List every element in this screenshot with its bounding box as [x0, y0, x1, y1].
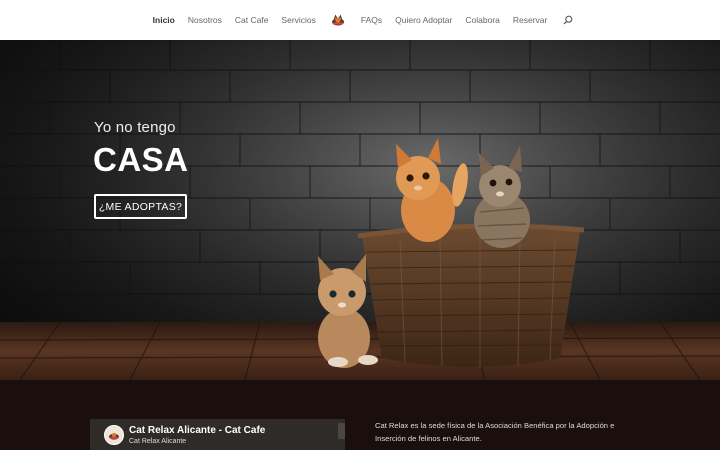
nav-item-colabora[interactable]: Colabora: [459, 15, 507, 25]
hero-banner: Yo no tengo CASA ¿ME ADOPTAS?: [0, 40, 720, 380]
intro-section: Cat Relax Alicante - Cat Cafe Cat Relax …: [0, 380, 720, 450]
nav-item-cat-cafe[interactable]: Cat Cafe: [228, 15, 275, 25]
nav-item-faqs[interactable]: FAQs: [354, 15, 388, 25]
video-channel[interactable]: Cat Relax Alicante: [129, 438, 186, 445]
nav-item-reservar[interactable]: Reservar: [506, 15, 553, 25]
video-thumbnail-detail: [338, 423, 345, 439]
search-icon[interactable]: [562, 14, 574, 26]
video-embed[interactable]: Cat Relax Alicante - Cat Cafe Cat Relax …: [90, 419, 345, 450]
about-text: Cat Relax es la sede física de la Asocia…: [375, 421, 615, 443]
hero-subtitle: Yo no tengo: [94, 119, 176, 136]
hero-title: CASA: [93, 141, 189, 178]
nav-item-servicios[interactable]: Servicios: [275, 15, 322, 25]
video-title[interactable]: Cat Relax Alicante - Cat Cafe: [129, 425, 265, 436]
main-navigation: Inicio Nosotros Cat Cafe Servicios FAQs …: [0, 0, 720, 40]
cat-logo-icon[interactable]: [330, 13, 346, 27]
nav-item-nosotros[interactable]: Nosotros: [181, 15, 228, 25]
channel-avatar-icon[interactable]: [104, 425, 124, 445]
nav-item-quiero-adoptar[interactable]: Quiero Adoptar: [389, 15, 459, 25]
nav-item-inicio[interactable]: Inicio: [146, 15, 181, 25]
nav-menu: Inicio Nosotros Cat Cafe Servicios FAQs …: [146, 13, 574, 27]
adopt-me-button[interactable]: ¿ME ADOPTAS?: [94, 194, 187, 219]
